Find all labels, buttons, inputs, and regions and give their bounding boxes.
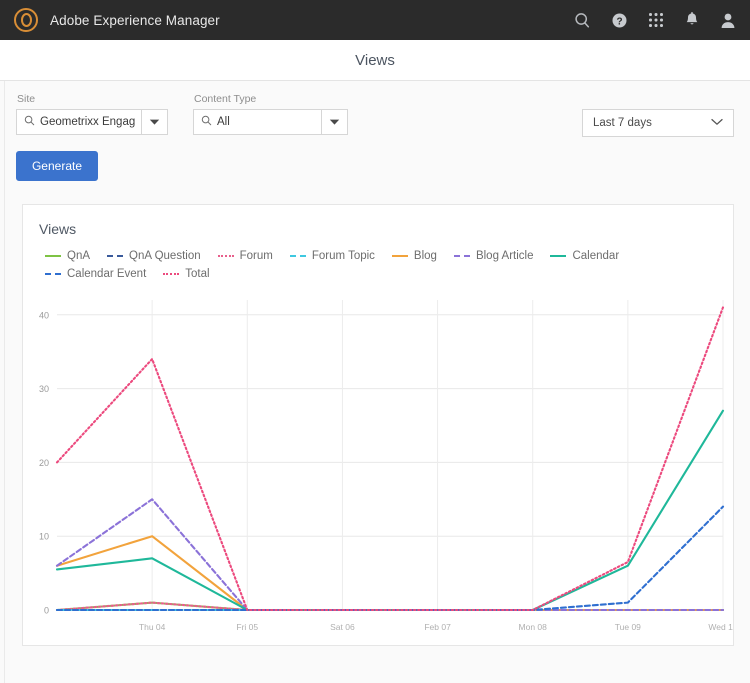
y-axis-tick-label: 40	[39, 310, 49, 320]
site-dropdown-button[interactable]	[141, 109, 168, 135]
legend-item-qna-question[interactable]: QnA Question	[107, 250, 201, 262]
page-header: Views	[0, 40, 750, 80]
y-axis-tick-label: 0	[44, 606, 49, 616]
content-type-combobox[interactable]: All	[193, 109, 348, 135]
y-axis-tick-label: 20	[39, 458, 49, 468]
legend-item-forum-topic[interactable]: Forum Topic	[289, 250, 375, 262]
x-axis-tick-label: Tue 09	[615, 622, 641, 632]
chart-series-line	[55, 498, 725, 612]
chevron-down-icon	[711, 117, 723, 129]
chart-series-line	[55, 409, 725, 612]
chart-plot-area: 0 10 20 30 40 Thu 04 Fri 05 Sat 06 Feb 07 Mon 08 T…	[23, 288, 733, 638]
date-range-select[interactable]: Last 7 days	[582, 109, 734, 137]
chart-series-line	[55, 601, 725, 612]
generate-row: Generate	[0, 137, 750, 181]
y-axis-tick-label: 10	[39, 532, 49, 542]
legend-swatch-qna-question	[107, 255, 124, 257]
legend-item-blog-article[interactable]: Blog Article	[453, 250, 534, 262]
legend-swatch-calendar	[550, 255, 567, 257]
x-axis-tick-label: Mon 08	[519, 622, 548, 632]
views-line-chart: 0 10 20 30 40 Thu 04 Fri 05 Sat 06 Feb 07 Mon 08 T…	[39, 300, 734, 632]
site-field-label: Site	[17, 93, 36, 105]
search-icon	[201, 113, 212, 131]
brand-title: Adobe Experience Manager	[50, 12, 220, 28]
legend-item-forum[interactable]: Forum	[217, 250, 273, 262]
legend-item-calendar[interactable]: Calendar	[550, 250, 619, 262]
y-axis-tick-label: 30	[39, 384, 49, 394]
legend-label-forum: Forum	[239, 250, 273, 262]
main-content: Site Geometrixx Engag Content Type All L…	[0, 80, 750, 683]
filter-bar: Site Geometrixx Engag Content Type All L…	[0, 81, 750, 137]
legend-label-blog-article: Blog Article	[475, 250, 534, 262]
left-rail	[0, 81, 5, 683]
solutions-grid-icon[interactable]	[648, 12, 664, 28]
content-type-value: All	[217, 116, 230, 128]
legend-label-qna-question: QnA Question	[129, 250, 201, 262]
user-avatar-icon[interactable]	[720, 12, 736, 29]
legend-label-forum-topic: Forum Topic	[311, 250, 375, 262]
legend-label-total: Total	[185, 268, 210, 280]
legend-item-qna[interactable]: QnA	[45, 250, 90, 262]
chart-card-title: Views	[39, 221, 77, 237]
site-value: Geometrixx Engag	[40, 116, 136, 128]
x-axis-tick-label: Wed 10	[708, 622, 734, 632]
date-range-value: Last 7 days	[593, 117, 652, 129]
notifications-bell-icon[interactable]	[684, 11, 700, 29]
adobe-aem-logo-icon[interactable]	[14, 8, 38, 32]
topbar-actions: ?	[574, 11, 736, 29]
views-chart-card: Views QnA QnA Question Forum Forum Topic…	[22, 204, 734, 646]
x-axis-tick-label: Feb 07	[424, 622, 451, 632]
chart-series-line	[55, 306, 725, 612]
generate-button[interactable]: Generate	[16, 151, 98, 181]
legend-swatch-qna	[45, 255, 61, 257]
content-type-dropdown-button[interactable]	[321, 109, 348, 135]
legend-item-calendar-event[interactable]: Calendar Event	[45, 268, 146, 280]
page-title: Views	[355, 51, 395, 69]
site-combobox[interactable]: Geometrixx Engag	[16, 109, 168, 135]
legend-swatch-blog-article	[453, 255, 470, 257]
x-axis-tick-label: Fri 05	[236, 622, 258, 632]
caret-down-icon	[149, 113, 160, 131]
chart-series-line	[55, 505, 725, 612]
site-field: Site Geometrixx Engag	[16, 93, 168, 135]
content-type-field-label: Content Type	[194, 93, 257, 105]
chart-legend: QnA QnA Question Forum Forum Topic Blog …	[23, 237, 723, 280]
x-axis-tick-label: Thu 04	[139, 622, 166, 632]
content-type-field: Content Type All	[193, 93, 348, 135]
legend-item-total[interactable]: Total	[163, 268, 210, 280]
legend-swatch-calendar-event	[45, 273, 61, 275]
legend-label-blog: Blog	[413, 250, 437, 262]
legend-swatch-blog	[391, 255, 408, 257]
logo-inner-ring	[20, 13, 32, 27]
x-axis-tick-label: Sat 06	[330, 622, 355, 632]
chart-series-line	[55, 535, 725, 612]
caret-down-icon	[329, 113, 340, 131]
legend-swatch-forum-topic	[289, 255, 306, 257]
svg-text:?: ?	[616, 16, 622, 27]
legend-swatch-forum	[217, 255, 234, 257]
search-icon	[24, 113, 35, 131]
legend-item-blog[interactable]: Blog	[391, 250, 437, 262]
search-icon[interactable]	[574, 12, 591, 29]
site-input[interactable]: Geometrixx Engag	[16, 109, 141, 135]
legend-swatch-total	[163, 273, 180, 275]
legend-label-calendar: Calendar	[572, 250, 620, 262]
top-navigation-bar: Adobe Experience Manager ?	[0, 0, 750, 40]
help-icon[interactable]: ?	[611, 12, 628, 29]
legend-label-qna: QnA	[67, 250, 91, 262]
legend-label-calendar-event: Calendar Event	[67, 268, 147, 280]
content-type-input[interactable]: All	[193, 109, 321, 135]
